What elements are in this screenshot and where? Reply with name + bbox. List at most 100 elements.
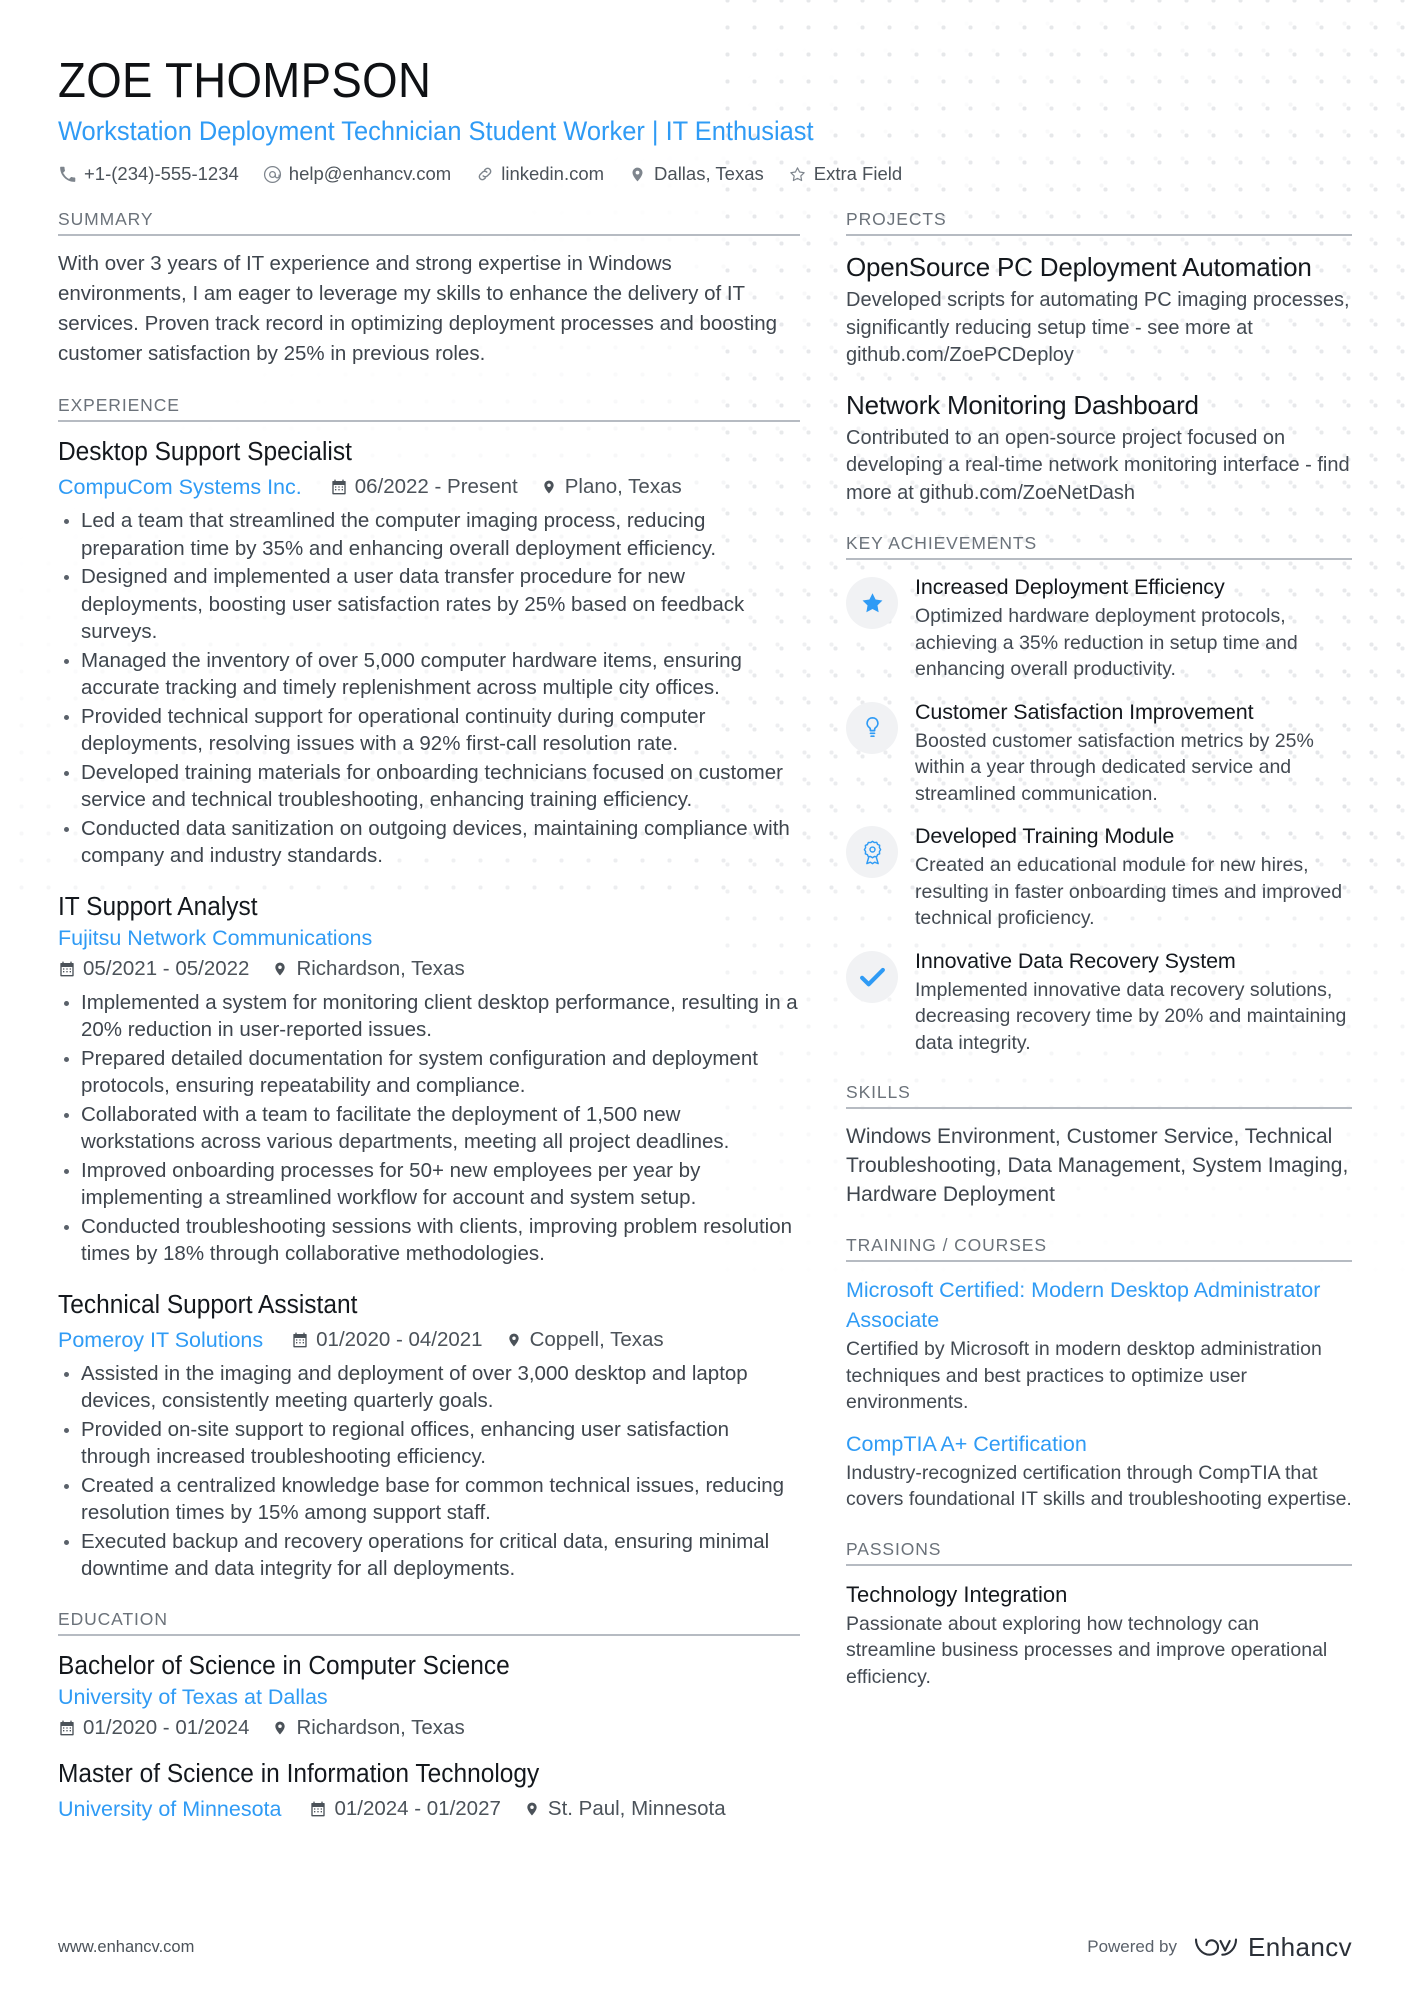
job-location: Plano, Texas	[540, 472, 682, 502]
contact-extra-field-text: Extra Field	[813, 163, 903, 184]
education-dates-text: 01/2020 - 01/2024	[83, 1715, 250, 1739]
education-item: Bachelor of Science in Computer Science …	[58, 1649, 800, 1743]
job-bullets: Implemented a system for monitoring clie…	[58, 989, 800, 1268]
achievement-item: Developed Training Module Created an edu…	[846, 822, 1352, 932]
course-title[interactable]: Microsoft Certified: Modern Desktop Admi…	[846, 1275, 1352, 1335]
email-icon	[263, 165, 282, 184]
education-degree: Master of Science in Information Technol…	[58, 1759, 540, 1788]
job-location-text: Richardson, Texas	[296, 956, 465, 980]
section-title-experience: EXPERIENCE	[58, 395, 180, 415]
job-dates-text: 01/2020 - 04/2021	[316, 1327, 483, 1351]
project-title: OpenSource PC Deployment Automation	[846, 252, 1312, 282]
education-item: Master of Science in Information Technol…	[58, 1757, 800, 1824]
achievement-item: Innovative Data Recovery System Implemen…	[846, 947, 1352, 1057]
education-school[interactable]: University of Minnesota	[58, 1794, 281, 1824]
calendar-icon	[309, 1800, 327, 1818]
job-company[interactable]: CompuCom Systems Inc.	[58, 472, 302, 502]
job-bullet: Conducted data sanitization on outgoing …	[58, 815, 800, 870]
job-company[interactable]: Pomeroy IT Solutions	[58, 1325, 263, 1355]
achievement-body: Innovative Data Recovery System Implemen…	[915, 947, 1352, 1057]
achievement-description: Created an educational module for new hi…	[915, 854, 1343, 929]
section-key-achievements: KEY ACHIEVEMENTS Increased Deployment Ef…	[846, 533, 1352, 1056]
section-training-courses: TRAINING / COURSES Microsoft Certified: …	[846, 1235, 1352, 1513]
job-bullet: Improved onboarding processes for 50+ ne…	[58, 1157, 800, 1212]
section-education: EDUCATION Bachelor of Science in Compute…	[58, 1609, 800, 1824]
section-title-skills: SKILLS	[846, 1082, 911, 1102]
achievement-body: Increased Deployment Efficiency Optimize…	[915, 573, 1352, 683]
job-location: Richardson, Texas	[271, 954, 465, 984]
left-column: SUMMARY With over 3 years of IT experien…	[58, 209, 800, 1824]
resume-footer: www.enhancv.com Powered by Enhancv	[0, 1899, 1410, 1995]
location-pin-icon	[540, 478, 558, 496]
section-title-education: EDUCATION	[58, 1608, 168, 1629]
calendar-icon	[58, 960, 76, 978]
section-experience: EXPERIENCE Desktop Support Specialist Co…	[58, 395, 800, 1583]
education-school[interactable]: University of Texas at Dallas	[58, 1685, 328, 1709]
job-dates: 06/2022 - Present	[330, 472, 518, 502]
project-item: Network Monitoring Dashboard Contributed…	[846, 387, 1352, 508]
right-column: PROJECTS OpenSource PC Deployment Automa…	[846, 209, 1352, 1690]
contact-phone[interactable]: +1-(234)-555-1234	[58, 161, 239, 187]
education-location-text: Richardson, Texas	[296, 1715, 465, 1739]
calendar-icon	[291, 1331, 309, 1349]
achievement-title: Increased Deployment Efficiency	[915, 575, 1225, 599]
achievement-description: Implemented innovative data recovery sol…	[915, 978, 1347, 1054]
award-ribbon-icon	[861, 840, 884, 865]
star-outline-icon	[788, 165, 807, 184]
achievement-badge	[846, 950, 898, 1003]
location-pin-icon	[628, 165, 647, 184]
achievement-body: Customer Satisfaction Improvement Booste…	[915, 698, 1352, 808]
contact-location[interactable]: Dallas, Texas	[628, 161, 764, 187]
education-location-text: St. Paul, Minnesota	[547, 1796, 726, 1820]
footer-website[interactable]: www.enhancv.com	[58, 1938, 194, 1957]
resume-columns: SUMMARY With over 3 years of IT experien…	[58, 209, 1352, 1824]
education-dates: 01/2020 - 01/2024	[58, 1713, 249, 1743]
course-item: Microsoft Certified: Modern Desktop Admi…	[846, 1275, 1352, 1416]
candidate-headline: Workstation Deployment Technician Studen…	[58, 116, 814, 146]
achievement-description: Boosted customer satisfaction metrics by…	[915, 729, 1314, 805]
project-title: Network Monitoring Dashboard	[846, 389, 1199, 420]
contact-linkedin[interactable]: linkedin.com	[475, 161, 604, 187]
contact-email[interactable]: help@enhancv.com	[263, 161, 451, 187]
job-title: Technical Support Assistant	[58, 1290, 358, 1319]
experience-item: IT Support Analyst Fujitsu Network Commu…	[58, 890, 800, 1268]
job-company[interactable]: Fujitsu Network Communications	[58, 926, 372, 950]
achievement-title: Innovative Data Recovery System	[915, 948, 1236, 973]
passion-item: Technology Integration Passionate about …	[846, 1579, 1352, 1691]
section-rule	[846, 1260, 1352, 1262]
job-meta: 05/2021 - 05/2022 Richardson, Texas	[58, 954, 800, 984]
experience-item: Technical Support Assistant Pomeroy IT S…	[58, 1288, 800, 1583]
job-title: Desktop Support Specialist	[58, 438, 352, 466]
section-title-key-achievements: KEY ACHIEVEMENTS	[846, 533, 1038, 553]
contact-email-text: help@enhancv.com	[288, 163, 452, 184]
section-title-summary: SUMMARY	[58, 209, 154, 229]
education-meta: University of Minnesota 01/2024 - 01/202…	[58, 1794, 800, 1824]
powered-by-label: Powered by	[1087, 1937, 1178, 1956]
job-location-text: Coppell, Texas	[529, 1327, 664, 1351]
achievement-badge	[846, 701, 898, 754]
footer-branding: Powered by Enhancv	[1087, 1932, 1352, 1963]
job-dates: 05/2021 - 05/2022	[58, 954, 249, 984]
location-pin-icon	[271, 960, 289, 978]
course-title[interactable]: CompTIA A+ Certification	[846, 1429, 1352, 1459]
location-pin-icon	[271, 1719, 289, 1737]
education-dates-text: 01/2024 - 01/2027	[334, 1796, 501, 1820]
section-projects: PROJECTS OpenSource PC Deployment Automa…	[846, 209, 1352, 507]
job-bullet: Developed training materials for onboard…	[58, 759, 800, 814]
job-dates: 01/2020 - 04/2021	[291, 1325, 483, 1355]
achievement-item: Customer Satisfaction Improvement Booste…	[846, 698, 1352, 808]
contact-row: +1-(234)-555-1234 help@enhancv.com linke…	[58, 161, 1352, 187]
section-skills: SKILLS Windows Environment, Customer Ser…	[846, 1082, 1352, 1209]
section-rule	[846, 234, 1352, 236]
calendar-icon	[58, 1719, 76, 1737]
summary-text: With over 3 years of IT experience and s…	[58, 252, 777, 365]
passion-description: Passionate about exploring how technolog…	[846, 1612, 1328, 1688]
link-icon	[475, 165, 494, 184]
job-bullet: Conducted troubleshooting sessions with …	[58, 1213, 800, 1268]
project-description: Contributed to an open-source project fo…	[846, 426, 1350, 504]
job-bullet: Designed and implemented a user data tra…	[58, 563, 800, 646]
job-bullet: Provided technical support for operation…	[58, 703, 800, 758]
project-item: OpenSource PC Deployment Automation Deve…	[846, 249, 1352, 370]
contact-extra-field[interactable]: Extra Field	[788, 161, 902, 187]
resume-content: ZOE THOMPSON Workstation Deployment Tech…	[0, 0, 1410, 1824]
